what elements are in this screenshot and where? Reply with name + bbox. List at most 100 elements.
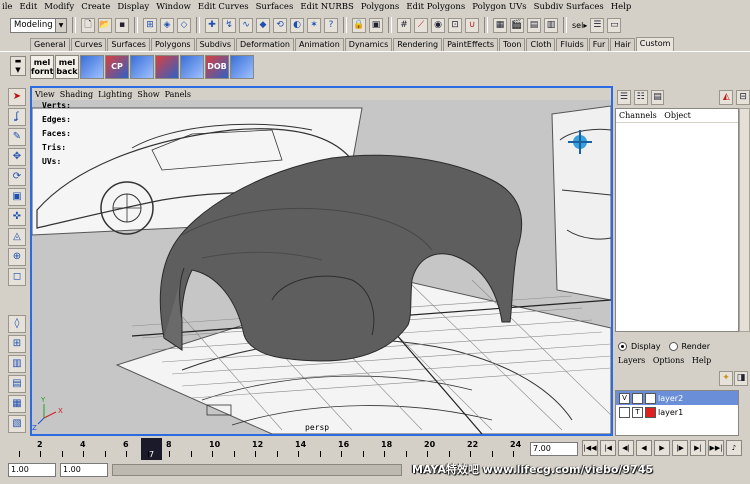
channel-box-icon[interactable]: ☰	[617, 89, 631, 105]
color-manip-icon[interactable]: ◭	[719, 89, 734, 105]
layer-type-toggle[interactable]: T	[632, 406, 643, 418]
layout-four-icon[interactable]: ⊞	[8, 335, 26, 353]
menu-item-edit-curves[interactable]: Edit Curves	[198, 2, 249, 12]
select-dynamics-icon[interactable]: ◐	[290, 17, 304, 33]
gamma-icon[interactable]: ⊟	[736, 89, 750, 105]
toggle-channel-box-icon[interactable]: ☰	[590, 17, 605, 33]
toggle-attribute-editor-icon[interactable]: ▭	[607, 17, 622, 33]
lasso-tool-icon[interactable]: ʆ	[8, 108, 26, 126]
create-layer-selected-icon[interactable]: ◨	[734, 371, 748, 386]
step-forward-key-icon[interactable]: |▶	[672, 440, 688, 456]
lock-selection-icon[interactable]: 🔒	[352, 17, 366, 33]
shelf-tab-toon[interactable]: Toon	[499, 38, 526, 51]
layout-outliner-icon[interactable]: ▤	[8, 375, 26, 393]
channel-box[interactable]: Channels Object	[615, 108, 739, 332]
shelf-tab-deformation[interactable]: Deformation	[236, 38, 294, 51]
last-tool-icon[interactable]: ◻	[8, 268, 26, 286]
go-to-end-icon[interactable]: ▶▶|	[708, 440, 724, 456]
shelf-button-5[interactable]	[130, 54, 154, 79]
options-menu[interactable]: Options	[653, 356, 685, 365]
select-handles-icon[interactable]: ✚	[205, 17, 219, 33]
select-hierarchy-icon[interactable]: ⊞	[143, 17, 157, 33]
menu-item-subdiv-surfaces[interactable]: Subdiv Surfaces	[534, 2, 604, 12]
shelf-button-9[interactable]	[230, 54, 254, 79]
step-back-key-icon[interactable]: ◀|	[618, 440, 634, 456]
menu-item-help[interactable]: Help	[611, 2, 632, 12]
shelf-tab-subdivs[interactable]: Subdivs	[195, 38, 236, 51]
select-deformations-icon[interactable]: ⟲	[273, 17, 287, 33]
shelf-tab-curves[interactable]: Curves	[70, 38, 107, 51]
shelf-button-6[interactable]	[155, 54, 179, 79]
menu-item-modify[interactable]: Modify	[44, 2, 74, 12]
play-backward-icon[interactable]: ◀	[636, 440, 652, 456]
universal-manipulator-icon[interactable]: ✜	[8, 208, 26, 226]
current-frame-marker[interactable]: 7	[141, 438, 162, 460]
step-forward-icon[interactable]: ▶|	[690, 440, 706, 456]
menu-item-create[interactable]: Create	[81, 2, 110, 12]
shelf-tab-general[interactable]: General	[30, 38, 70, 51]
select-tool-icon[interactable]: ➤	[8, 88, 26, 106]
render-radio[interactable]	[668, 341, 678, 351]
time-slider[interactable]: 7 2 4 6 8 10 12 14 16 18 20 22 24	[0, 437, 528, 461]
shelf-tab-surfaces[interactable]: Surfaces	[107, 38, 150, 51]
shelf-tab-custom[interactable]: Custom	[635, 37, 675, 51]
start-time-field[interactable]: 1.00	[8, 463, 56, 477]
snap-point-icon[interactable]: ◉	[431, 17, 445, 33]
layer-color-swatch[interactable]	[645, 392, 656, 404]
shelf-tab-painteffects[interactable]: PaintEffects	[443, 38, 499, 51]
step-back-icon[interactable]: |◀	[600, 440, 616, 456]
menu-set-dropdown[interactable]: Modeling ▼	[10, 17, 67, 33]
shelf-button-4[interactable]: CP	[105, 54, 129, 79]
range-slider[interactable]	[112, 464, 402, 476]
layout-graph-icon[interactable]: ▦	[8, 395, 26, 413]
shelf-button-2[interactable]: mel back	[55, 54, 79, 79]
layout-single-icon[interactable]: ◊	[8, 315, 26, 333]
menu-item-polygon-uvs[interactable]: Polygon UVs	[472, 2, 526, 12]
select-joints-icon[interactable]: ↯	[222, 17, 236, 33]
select-misc-icon[interactable]: ?	[324, 17, 338, 33]
create-layer-icon[interactable]: ✦	[719, 371, 733, 386]
select-object-icon[interactable]: ◈	[160, 17, 174, 33]
menu-item-window[interactable]: Window	[156, 2, 191, 12]
list-icon[interactable]: ☷	[633, 89, 648, 105]
channels-menu[interactable]: Channels	[619, 111, 657, 120]
layer-row[interactable]: Vlayer2	[616, 391, 738, 405]
paint-select-tool-icon[interactable]: ✎	[8, 128, 26, 146]
shelf-tab-animation[interactable]: Animation	[294, 38, 344, 51]
select-rendering-icon[interactable]: ✶	[307, 17, 321, 33]
shelf-tab-fur[interactable]: Fur	[588, 38, 610, 51]
animation-prefs-icon[interactable]: ♪	[726, 440, 742, 456]
playback-start-field[interactable]: 1.00	[60, 463, 108, 477]
scale-tool-icon[interactable]: ▣	[8, 188, 26, 206]
make-live-icon[interactable]: ∪	[465, 17, 479, 33]
menu-item-surfaces[interactable]: Surfaces	[256, 2, 294, 12]
shelf-button-8[interactable]: DOB	[205, 54, 229, 79]
selection-field-label[interactable]: sel▸	[572, 21, 587, 30]
shelf-button-1[interactable]: mel fornt	[30, 54, 54, 79]
layer-color-swatch[interactable]	[645, 406, 656, 418]
layer-visibility-toggle[interactable]	[619, 406, 630, 418]
ipr-render-icon[interactable]: ▤	[527, 17, 541, 33]
save-scene-icon[interactable]: ▪	[115, 17, 129, 33]
rotate-tool-icon[interactable]: ⟳	[8, 168, 26, 186]
select-component-icon[interactable]: ◇	[177, 17, 191, 33]
current-time-field[interactable]: 7.00	[530, 442, 578, 456]
show-manipulator-icon[interactable]: ⊕	[8, 248, 26, 266]
shelf-tab-dynamics[interactable]: Dynamics	[344, 38, 393, 51]
viewport-scene[interactable]: Verts: Edges: Faces: Tris: UVs: X Y Z pe…	[32, 100, 611, 434]
layout-side-icon[interactable]: ▥	[8, 355, 26, 373]
soft-modification-icon[interactable]: ◬	[8, 228, 26, 246]
viewport-menu-panels[interactable]: Panels	[165, 90, 191, 99]
shelf-tab-polygons[interactable]: Polygons	[150, 38, 195, 51]
shelf-tab-rendering[interactable]: Rendering	[393, 38, 443, 51]
render-globals-icon[interactable]: ▥	[544, 17, 558, 33]
perspective-viewport[interactable]: View Shading Lighting Show Panels Verts:…	[30, 86, 613, 436]
shelf-tab-fluids[interactable]: Fluids	[556, 38, 588, 51]
layer-row[interactable]: Tlayer1	[616, 405, 738, 419]
menu-item-edit[interactable]: Edit	[19, 2, 37, 12]
shelf-tab-hair[interactable]: Hair	[610, 38, 635, 51]
menu-item-polygons[interactable]: Polygons	[361, 2, 399, 12]
viewport-menu-shading[interactable]: Shading	[60, 90, 93, 99]
layer-type-toggle[interactable]	[632, 392, 643, 404]
select-surfaces-icon[interactable]: ◆	[256, 17, 270, 33]
